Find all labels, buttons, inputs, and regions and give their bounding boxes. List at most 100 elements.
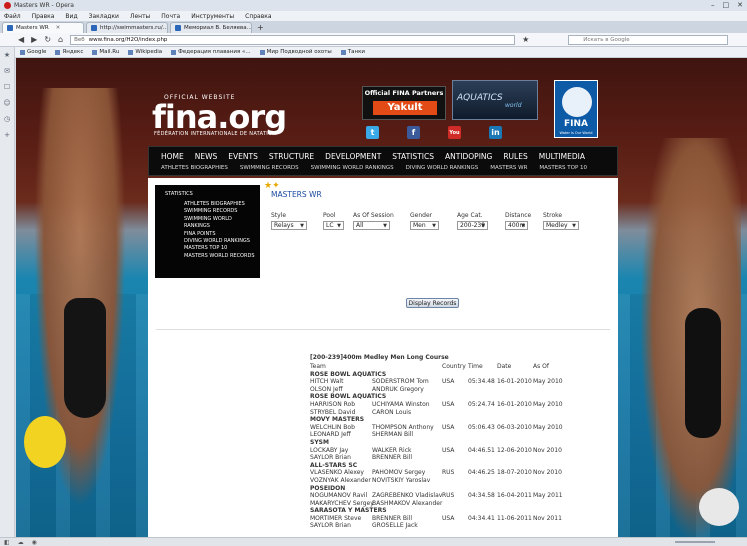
- nav-statistics[interactable]: STATISTICS: [392, 152, 434, 161]
- nav-events[interactable]: EVENTS: [228, 152, 258, 161]
- tab-masters-wr[interactable]: Masters WR ✕: [2, 22, 84, 33]
- partner-banner[interactable]: Official FINA Partners Yakult: [362, 86, 446, 120]
- subnav-masters-top-10[interactable]: MASTERS TOP 10: [539, 165, 587, 171]
- mail-panel-icon[interactable]: ✉: [4, 67, 10, 75]
- menu-item-mail[interactable]: Почта: [161, 13, 180, 20]
- sidebar-item-masters-top-10[interactable]: MASTERS TOP 10: [165, 245, 260, 252]
- stroke-select[interactable]: Medley ▼: [543, 221, 579, 230]
- age-label: Age Cat.: [457, 212, 483, 219]
- swimmer-2: SODERSTROM Tom: [372, 378, 429, 386]
- back-icon[interactable]: ◀: [18, 35, 24, 44]
- as-of-cell: Nov 2010: [533, 446, 562, 454]
- bookmark-hunting[interactable]: Мир Подводной охоты: [259, 49, 332, 55]
- bookmark-google[interactable]: Google: [20, 49, 46, 55]
- menu-item-edit[interactable]: Правка: [32, 13, 55, 20]
- date-cell: 11-06-2011: [497, 514, 532, 522]
- menu-item-feeds[interactable]: Ленты: [130, 13, 150, 20]
- sidebar-item-fina-points[interactable]: FINA POINTS: [165, 231, 260, 238]
- bookmark-icon: [171, 49, 177, 55]
- bookmark-tanks[interactable]: Танки: [340, 49, 365, 55]
- tab-close-icon[interactable]: ✕: [56, 25, 61, 31]
- bookmarks-panel-icon[interactable]: ★: [4, 51, 10, 59]
- gender-select[interactable]: Men ▼: [410, 221, 439, 230]
- minimize-icon[interactable]: –: [711, 1, 715, 9]
- bookmark-icon: [92, 49, 98, 55]
- display-records-button[interactable]: Display Records: [406, 298, 459, 308]
- subnav-athletes-biographies[interactable]: ATHLETES BIOGRAPHIES: [161, 165, 228, 171]
- nav-rules[interactable]: RULES: [503, 152, 527, 161]
- sidebar-item-diving-world-rankings[interactable]: DIVING WORLD RANKINGS: [165, 238, 260, 245]
- sidebar-item-swimming-records[interactable]: SWIMMING RECORDS: [165, 208, 260, 215]
- style-select[interactable]: Relays ▼: [271, 221, 307, 230]
- header-time: Time: [468, 363, 483, 370]
- reload-icon[interactable]: ↻: [44, 35, 51, 44]
- gender-label: Gender: [410, 212, 433, 219]
- style-select-value: Relays: [274, 222, 294, 229]
- tab-memorial[interactable]: Мемориал В. Беляева...: [170, 22, 252, 33]
- bookmark-star-icon[interactable]: ★: [522, 35, 529, 44]
- home-icon[interactable]: ⌂: [58, 35, 63, 44]
- menu-item-tools[interactable]: Инструменты: [191, 13, 234, 20]
- bookmark-yandex[interactable]: Яндекс: [55, 49, 83, 55]
- swimmer-2: ANDRUK Gregory: [372, 385, 424, 393]
- session-select[interactable]: All ▼: [353, 221, 390, 230]
- nav-antidoping[interactable]: ANTIDOPING: [445, 152, 492, 161]
- forward-icon[interactable]: ▶: [31, 35, 37, 44]
- linkedin-icon[interactable]: in: [489, 126, 502, 139]
- header-date: Date: [497, 363, 512, 370]
- pool-select[interactable]: LC ▼: [323, 221, 344, 230]
- panel-toggle-icon[interactable]: ◧: [4, 539, 10, 546]
- bookmark-icon: [20, 49, 25, 55]
- menu-item-file[interactable]: Файл: [4, 13, 21, 20]
- close-icon[interactable]: ✕: [737, 1, 743, 9]
- bookmark-mailru[interactable]: Mail.Ru: [92, 49, 119, 55]
- turbo-icon[interactable]: ◉: [32, 539, 37, 546]
- tab-swimmasters[interactable]: http://swimmasters.ru/...: [86, 22, 168, 33]
- twitter-icon[interactable]: t: [366, 126, 379, 139]
- sidebar-item-masters-world-records[interactable]: MASTERS WORLD RECORDS: [165, 253, 260, 260]
- bookmark-federation[interactable]: Федерация плавания «...: [171, 49, 251, 55]
- maximize-icon[interactable]: □: [723, 1, 730, 9]
- fina-logo[interactable]: FINA Water is Our World: [554, 80, 598, 138]
- swimmer-2: ZAGREBENKO Vladislav: [372, 492, 443, 500]
- sidebar-item-athletes-biographies[interactable]: ATHLETES BIOGRAPHIES: [165, 201, 260, 208]
- notes-panel-icon[interactable]: ☐: [4, 83, 10, 91]
- chevron-down-icon: ▼: [337, 222, 341, 229]
- subnav-diving-world-rankings[interactable]: DIVING WORLD RANKINGS: [406, 165, 479, 171]
- time-cell: 05:06.43: [468, 423, 495, 431]
- subnav-swimming-world-rankings[interactable]: SWIMMING WORLD RANKINGS: [311, 165, 394, 171]
- contacts-panel-icon[interactable]: ☺: [3, 99, 10, 107]
- time-cell: 05:24.74: [468, 400, 495, 408]
- aquatics-world-banner[interactable]: AQUATICS world: [452, 80, 538, 120]
- youtube-icon[interactable]: You: [448, 126, 461, 139]
- nav-home[interactable]: HOME: [161, 152, 184, 161]
- team-group-row: MOVY MASTERS: [310, 416, 610, 424]
- menu-item-bookmarks[interactable]: Закладки: [89, 13, 119, 20]
- subnav-swimming-records[interactable]: SWIMMING RECORDS: [240, 165, 299, 171]
- facebook-icon[interactable]: f: [407, 126, 420, 139]
- sidebar-item-swimming-world-rankings-cont[interactable]: RANKINGS: [165, 223, 260, 230]
- page-viewport[interactable]: OFFICIAL WEBSITE fina.org FÉDÉRATION INT…: [16, 58, 747, 537]
- age-select[interactable]: 200-239 ▼: [457, 221, 488, 230]
- nav-structure[interactable]: STRUCTURE: [269, 152, 314, 161]
- history-panel-icon[interactable]: ◷: [4, 115, 10, 123]
- sync-icon[interactable]: ☁: [18, 539, 24, 546]
- bookmark-wikipedia[interactable]: Wikipedia: [128, 49, 162, 55]
- zoom-slider[interactable]: [675, 541, 715, 543]
- add-panel-icon[interactable]: +: [4, 131, 10, 139]
- swimmer-1: VOZNYAK Alexander: [310, 476, 371, 484]
- menu-item-view[interactable]: Вид: [65, 13, 77, 20]
- menu-item-help[interactable]: Справка: [245, 13, 271, 20]
- subnav-masters-wr[interactable]: MASTERS WR: [490, 165, 527, 171]
- table-row: OLSON Jeff ANDRUK Gregory: [310, 386, 610, 394]
- sidebar-title[interactable]: STATISTICS: [165, 191, 260, 197]
- nav-news[interactable]: NEWS: [195, 152, 218, 161]
- nav-development[interactable]: DEVELOPMENT: [325, 152, 381, 161]
- address-input[interactable]: Веб www.fina.org/H2O/index.php: [70, 34, 516, 45]
- search-input[interactable]: Искать в Google: [568, 34, 729, 45]
- new-tab-button[interactable]: +: [254, 23, 267, 32]
- nav-multimedia[interactable]: MULTIMEDIA: [539, 152, 585, 161]
- date-cell: 06-03-2010: [497, 423, 532, 431]
- distance-select[interactable]: 400m ▼: [505, 221, 528, 230]
- sidebar-item-swimming-world-rankings[interactable]: SWIMMING WORLD: [165, 216, 260, 223]
